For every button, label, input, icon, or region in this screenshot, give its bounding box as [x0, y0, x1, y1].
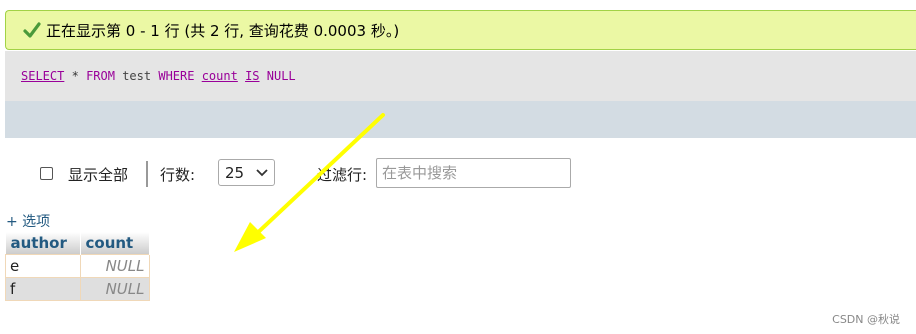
table-row: f NULL: [5, 277, 150, 301]
cell-count[interactable]: NULL: [79, 277, 150, 301]
sql-keyword-where: WHERE: [158, 69, 195, 83]
checkmark-icon: [23, 22, 41, 38]
column-header-count[interactable]: count: [80, 232, 150, 255]
sql-column-count[interactable]: count: [202, 69, 238, 83]
query-actions-bar: [5, 101, 916, 138]
rows-per-page-value: 25: [225, 164, 245, 182]
table-row: e NULL: [5, 254, 150, 278]
options-link[interactable]: + 选项: [6, 211, 50, 231]
results-table: author count e NULL f NULL: [5, 232, 150, 301]
sql-keyword-is[interactable]: IS: [245, 69, 259, 83]
cell-author[interactable]: e: [5, 254, 81, 278]
cell-count[interactable]: NULL: [79, 254, 150, 278]
watermark: CSDN @秋说: [832, 313, 900, 326]
success-message: 正在显示第 0 - 1 行 (共 2 行, 查询花费 0.0003 秒。): [5, 10, 916, 50]
sql-query: SELECT * FROM test WHERE count IS NULL: [5, 51, 916, 101]
sql-table: test: [122, 69, 152, 83]
rows-label: 行数:: [160, 166, 196, 184]
cell-author[interactable]: f: [5, 277, 81, 301]
divider: [146, 161, 148, 187]
column-header-author[interactable]: author: [5, 232, 81, 255]
sql-keyword-select[interactable]: SELECT: [21, 69, 64, 83]
chevron-down-icon: [256, 169, 268, 177]
navigation-controls: 显示全部 行数: 25 过滤行:: [0, 158, 916, 190]
filter-rows-label: 过滤行:: [317, 166, 368, 184]
show-all-label[interactable]: 显示全部: [68, 164, 128, 185]
sql-keyword-null: NULL: [266, 69, 296, 83]
status-text: 正在显示第 0 - 1 行 (共 2 行, 查询花费 0.0003 秒。): [46, 21, 400, 40]
sql-star: *: [71, 69, 79, 83]
rows-per-page-select[interactable]: 25: [218, 159, 275, 186]
filter-rows-input[interactable]: [376, 158, 571, 188]
show-all-checkbox[interactable]: [40, 167, 53, 180]
sql-keyword-from: FROM: [86, 69, 115, 83]
